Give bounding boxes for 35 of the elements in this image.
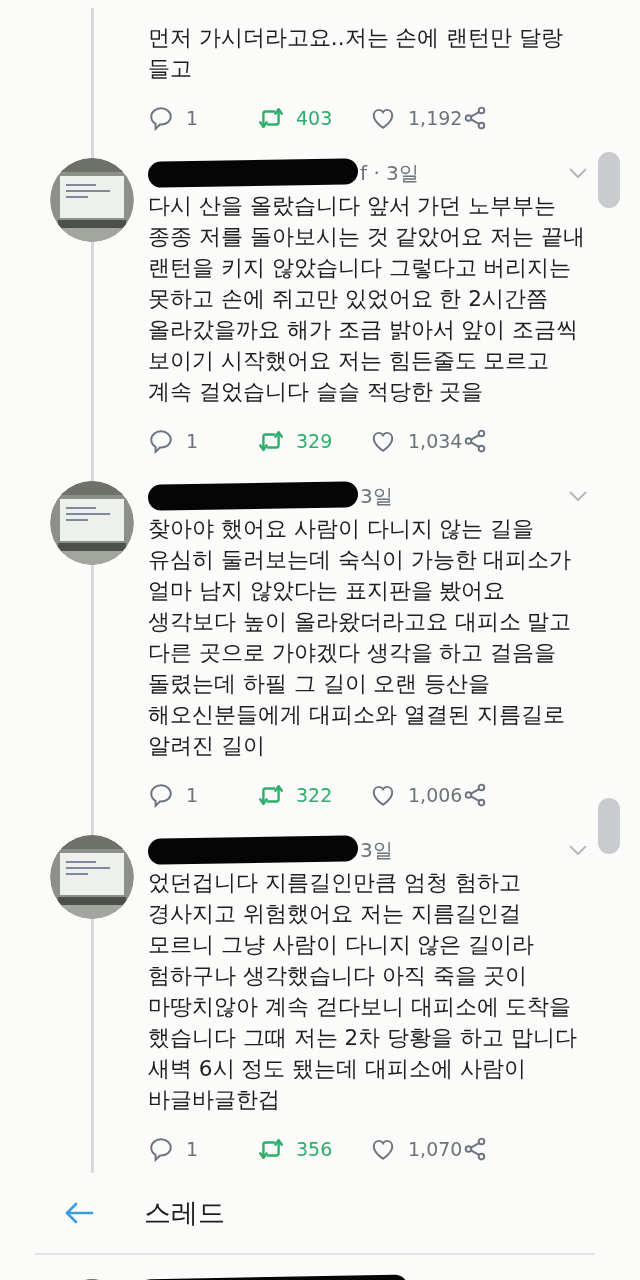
reply-count: 1: [186, 1138, 199, 1160]
tweet-text: 다시 산을 올랐습니다 앞서 가던 노부부는 종종 저를 돌아보시는 것 같았어요 저는 끝내 랜턴을 키지 않았습니다 그렇다고 버리지는 못하고 손에 쥐고만 있었어요 한 2시간쯤 올라갔을까요 해가 조금 밝아서 앞이 조금씩 보이기 시작했어요 저는 힘든줄도 모르고 계속 걸었습니다 슬슬 적당한 곳을: [148, 192, 586, 406]
reply-icon[interactable]: [148, 428, 174, 454]
scroll-handle[interactable]: [598, 798, 620, 854]
retweet-count: 403: [296, 107, 333, 129]
retweet-count: 356: [296, 1138, 333, 1160]
retweet-count: 322: [296, 784, 333, 806]
tweet-text: 었던겁니다 지름길인만큼 엄청 험하고 경사지고 위험했어요 저는 지름길인걸 모르니 그냥 사람이 다니지 않은 길이라 험하구나 생각했습니다 아직 죽을 곳이 마땅치않아 계속 걷다보니 대피소에 도착을 했습니다 그때 저는 2차 당황을 하고 맙니다 새벽 6시 정도 됐는데 대피소에 사람이 바글바글한겁: [148, 869, 578, 1114]
retweet-icon[interactable]: [258, 1136, 284, 1162]
tweet-date: f · 3일: [360, 159, 419, 187]
reply-icon[interactable]: [148, 1136, 174, 1162]
tweet-text: 찾아야 했어요 사람이 다니지 않는 길을 유심히 둘러보는데 숙식이 가능한 대피소가 얼마 남지 않았다는 표지판을 봤어요 생각보다 높이 올라왔더라고요 대피소 말고 다른 곳으로 가야겠다 생각을 하고 걸음을 돌렸는데 하필 그 길이 오랜 등산을 해오신분들에게 대피소와 열결된 지름길로 알려진 길이: [148, 515, 573, 760]
retweet-icon[interactable]: [258, 782, 284, 808]
retweet-count: 329: [296, 430, 333, 452]
scroll-handle[interactable]: [598, 152, 620, 208]
share-icon[interactable]: [462, 428, 488, 454]
retweet-icon[interactable]: [258, 105, 284, 131]
reply-count: 1: [186, 107, 199, 129]
like-count: 1,034: [408, 430, 463, 452]
reply-count: 1: [186, 784, 199, 806]
reply-count: 1: [186, 430, 199, 452]
share-icon[interactable]: [462, 1136, 488, 1162]
tweet-text: 먼저 가시더라고요..저는 손에 랜턴만 달랑 들고: [148, 24, 564, 83]
share-icon[interactable]: [462, 782, 488, 808]
reply-icon[interactable]: [148, 782, 174, 808]
thread-title: 스레드: [144, 1196, 225, 1230]
reply-icon[interactable]: [148, 105, 174, 131]
like-count: 1,192: [408, 107, 463, 129]
tweet-date: 3일: [360, 836, 393, 864]
tweet-date: 3일: [360, 482, 393, 510]
back-arrow-icon[interactable]: [64, 1201, 94, 1225]
share-icon[interactable]: [462, 105, 488, 131]
like-count: 1,070: [408, 1138, 463, 1160]
like-count: 1,006: [408, 784, 463, 806]
retweet-icon[interactable]: [258, 428, 284, 454]
